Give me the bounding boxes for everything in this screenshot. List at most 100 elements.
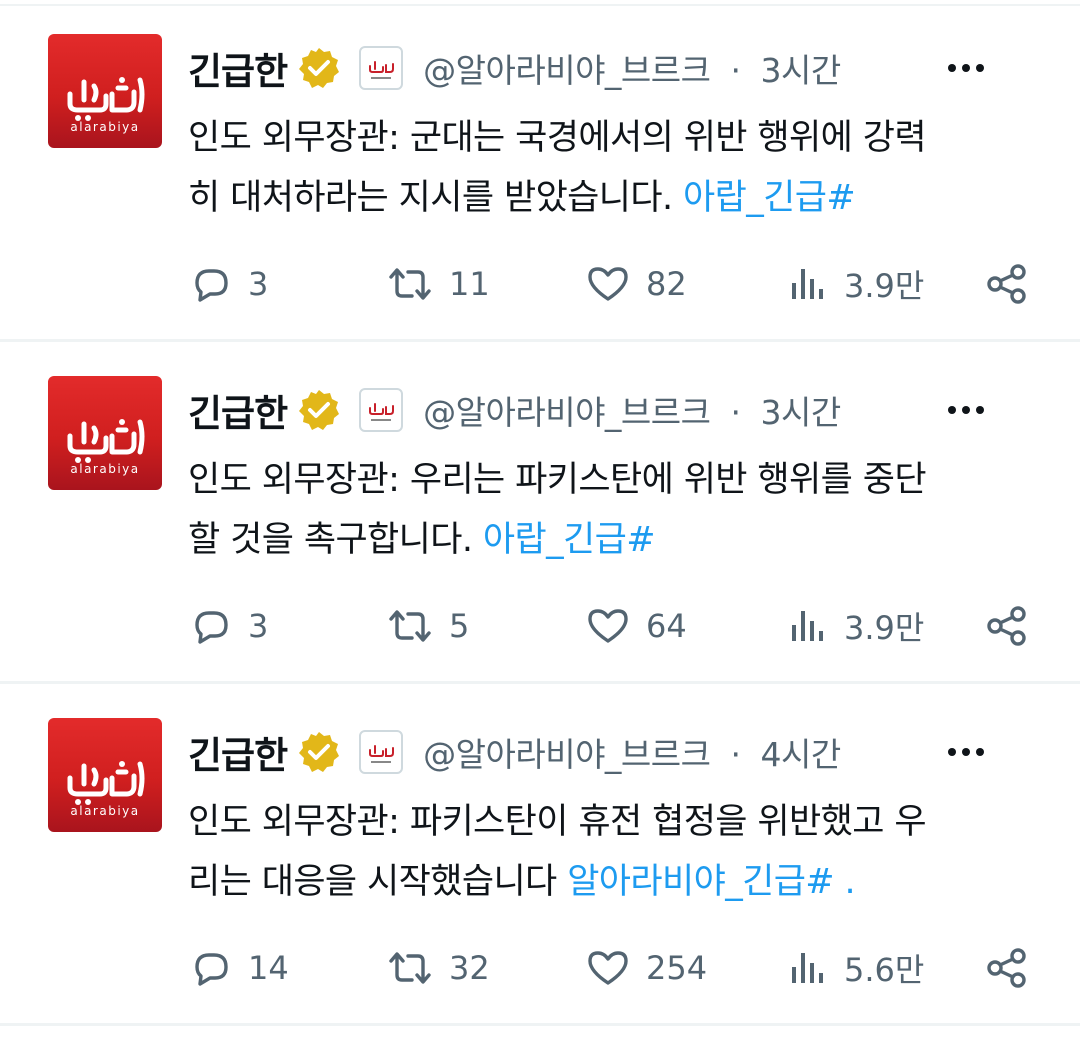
timestamp[interactable]: 3시간 (761, 51, 842, 90)
more-options-button[interactable] (946, 50, 986, 86)
tweet-header: 긴급한 @알아라비야_브르크 · 3시간 (188, 38, 1038, 98)
display-name[interactable]: 긴급한 (188, 383, 288, 437)
retweet-icon (389, 610, 431, 642)
affiliate-badge-icon[interactable] (359, 46, 404, 90)
timeline-feed: alarabiya 긴급한 @알아라비야_브르크 · 3시간 인도 외무장관: … (0, 0, 1080, 1058)
tweet-text-line: 인도 외무장관: 우리는 파키스탄에 위반 행위를 중단 (188, 460, 927, 500)
like-count: 64 (646, 607, 687, 645)
reply-button[interactable]: 3 (188, 252, 268, 316)
alarabiya-logo-icon: alarabiya (67, 419, 145, 476)
like-count: 82 (646, 265, 687, 303)
tweet-meta: @알아라비야_브르크 · 3시간 (423, 386, 841, 434)
avatar[interactable]: alarabiya (48, 376, 162, 490)
share-icon (987, 948, 1026, 988)
verified-badge-icon[interactable] (297, 46, 341, 90)
timestamp[interactable]: 3시간 (761, 393, 842, 432)
more-options-button[interactable] (946, 734, 986, 770)
speech-bubble-icon (195, 611, 228, 644)
view-count: 5.6만 (844, 951, 925, 989)
handle[interactable]: @알아라비야_브르크 (423, 393, 711, 432)
more-dots-icon (948, 406, 984, 414)
handle[interactable]: @알아라비야_브르크 (423, 735, 711, 774)
heart-icon (588, 609, 628, 643)
share-button[interactable] (984, 252, 1030, 316)
reply-button[interactable]: 3 (188, 594, 268, 658)
share-button[interactable] (984, 594, 1030, 658)
more-dots-icon (948, 748, 984, 756)
tweet[interactable]: alarabiya 긴급한 @알아라비야_브르크 (0, 0, 1080, 342)
speech-bubble-icon (195, 953, 228, 986)
share-icon (987, 606, 1026, 646)
handle[interactable]: @알아라비야_브르크 (423, 51, 711, 90)
bar-chart-icon (792, 269, 823, 299)
reply-count: 3 (248, 265, 269, 303)
affiliate-badge-icon[interactable] (359, 388, 404, 432)
hashtag-link[interactable]: 아랍_긴급# (483, 520, 656, 560)
reply-button[interactable]: 14 (188, 936, 289, 1000)
share-icon (987, 264, 1026, 304)
retweet-button[interactable]: 5 (385, 594, 469, 658)
more-options-button[interactable] (946, 392, 986, 428)
tweet-text: 인도 외무장관: 군대는 국경에서의 위반 행위에 강력 히 대처하라는 지시를… (188, 108, 1028, 228)
retweet-count: 32 (449, 949, 490, 987)
heart-icon (588, 267, 628, 301)
retweet-count: 5 (449, 607, 470, 645)
hashtag-link[interactable]: 알아라비야_긴급# . (567, 862, 855, 902)
tweet-text-line: 히 대처하라는 지시를 받았습니다. (188, 178, 684, 218)
affiliate-badge-icon[interactable] (359, 730, 404, 774)
tweet-actions: 14 32 254 5.6만 (0, 936, 1080, 1000)
display-name[interactable]: 긴급한 (188, 41, 288, 95)
tweet-text-line: 할 것을 촉구합니다. (188, 520, 483, 560)
avatar[interactable]: alarabiya (48, 34, 162, 148)
share-button[interactable] (984, 936, 1030, 1000)
tweet-header: 긴급한 @알아라비야_브르크 · 4시간 (188, 722, 1038, 782)
avatar-subtext: alarabiya (70, 804, 139, 818)
views-button[interactable]: 5.6만 (786, 936, 924, 1000)
tweet-text: 인도 외무장관: 파키스탄이 휴전 협정을 위반했고 우 리는 대응을 시작했습… (188, 792, 1028, 912)
avatar[interactable]: alarabiya (48, 718, 162, 832)
more-dots-icon (948, 64, 984, 72)
tweet-meta: @알아라비야_브르크 · 4시간 (423, 728, 841, 776)
tweet-text-line: 인도 외무장관: 군대는 국경에서의 위반 행위에 강력 (188, 118, 927, 158)
display-name[interactable]: 긴급한 (188, 725, 288, 779)
retweet-button[interactable]: 11 (385, 252, 490, 316)
like-count: 254 (646, 949, 708, 987)
like-button[interactable]: 82 (584, 252, 687, 316)
hashtag-link[interactable]: 아랍_긴급# (683, 178, 856, 218)
alarabiya-logo-icon: alarabiya (67, 761, 145, 818)
retweet-icon (389, 268, 431, 300)
bar-chart-icon (792, 611, 823, 641)
heart-icon (588, 951, 628, 985)
reply-count: 14 (248, 949, 289, 987)
view-count: 3.9만 (844, 267, 925, 305)
retweet-icon (389, 952, 431, 984)
separator-dot: · (730, 735, 742, 774)
timestamp[interactable]: 4시간 (761, 735, 842, 774)
separator-dot: · (730, 51, 742, 90)
speech-bubble-icon (195, 269, 228, 302)
bar-chart-icon (792, 953, 823, 983)
tweet[interactable]: alarabiya 긴급한 @알아라비야_브르크 (0, 684, 1080, 1026)
views-button[interactable]: 3.9만 (786, 594, 924, 658)
views-button[interactable]: 3.9만 (786, 252, 924, 316)
tweet-actions: 3 11 82 3.9만 (0, 252, 1080, 316)
view-count: 3.9만 (844, 609, 925, 647)
like-button[interactable]: 254 (584, 936, 707, 1000)
tweet-text-line: 인도 외무장관: 파키스탄이 휴전 협정을 위반했고 우 (188, 802, 927, 842)
separator-dot: · (730, 393, 742, 432)
avatar-subtext: alarabiya (70, 120, 139, 134)
tweet-text-line: 리는 대응을 시작했습니다 (188, 862, 568, 902)
retweet-count: 11 (449, 265, 490, 303)
verified-badge-icon[interactable] (297, 388, 341, 432)
retweet-button[interactable]: 32 (385, 936, 490, 1000)
tweet-actions: 3 5 64 3.9만 (0, 594, 1080, 658)
like-button[interactable]: 64 (584, 594, 687, 658)
verified-badge-icon[interactable] (297, 730, 341, 774)
reply-count: 3 (248, 607, 269, 645)
tweet-text: 인도 외무장관: 우리는 파키스탄에 위반 행위를 중단 할 것을 촉구합니다.… (188, 450, 1028, 570)
tweet[interactable]: alarabiya 긴급한 @알아라비야_브르크 (0, 342, 1080, 684)
tweet-meta: @알아라비야_브르크 · 3시간 (423, 44, 841, 92)
alarabiya-logo-icon: alarabiya (67, 77, 145, 134)
avatar-subtext: alarabiya (70, 462, 139, 476)
tweet-header: 긴급한 @알아라비야_브르크 · 3시간 (188, 380, 1038, 440)
